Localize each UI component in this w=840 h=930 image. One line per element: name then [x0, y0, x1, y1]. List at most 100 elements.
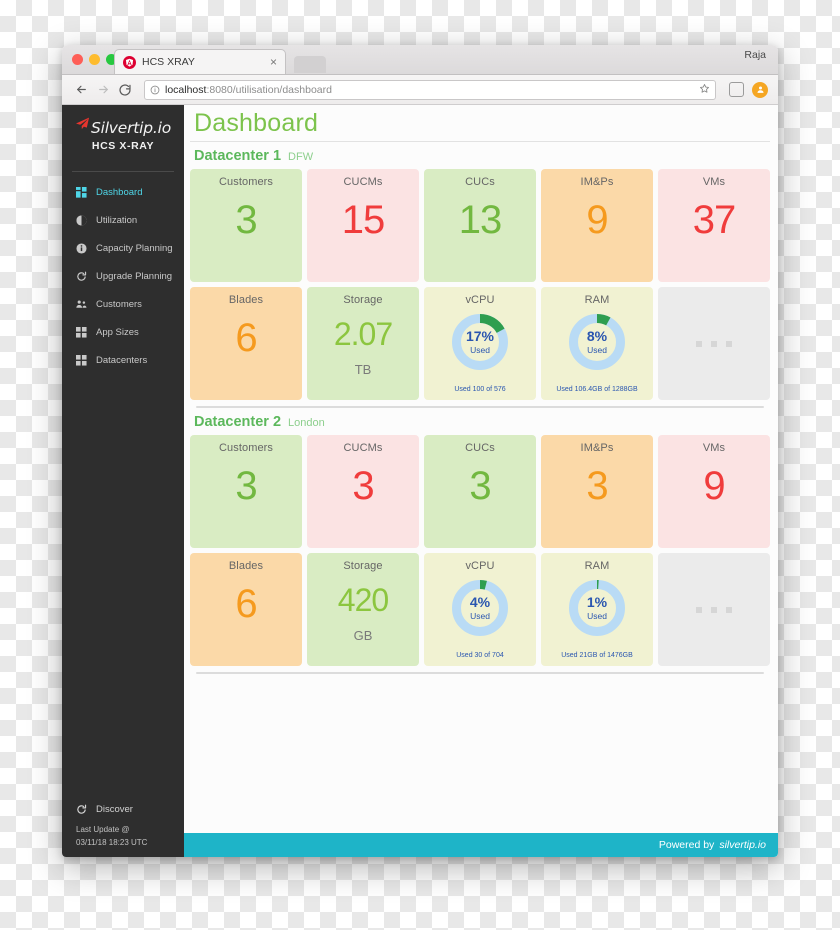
vcpu-donut-tile[interactable]: vCPU 17% Used Used 100 of 576	[424, 287, 536, 400]
metric-tile[interactable]: VMs 37	[658, 169, 770, 282]
metric-value: 3	[352, 464, 374, 508]
metric-tile[interactable]: CUCs 3	[424, 435, 536, 548]
metric-value: 420	[337, 582, 389, 618]
metric-unit: GB	[353, 628, 373, 643]
metric-value: 9	[586, 198, 608, 242]
last-update-label: Last Update @	[76, 825, 130, 835]
metric-value: 9	[703, 464, 725, 508]
back-button[interactable]	[70, 79, 92, 101]
bookmark-star-icon[interactable]	[699, 81, 710, 99]
datacenter-sections: Datacenter 1 DFW Customers 3 CUCMs 15 CU…	[190, 142, 770, 674]
metric-tile[interactable]: Blades 6	[190, 287, 302, 400]
page-title: Dashboard	[194, 109, 319, 137]
footer-brand-link[interactable]: silvertip.io	[719, 839, 766, 851]
donut-chart: 1% Used	[565, 576, 629, 640]
metric-tile[interactable]: VMs 9	[658, 435, 770, 548]
last-update-value: 03/11/18 18:23 UTC	[76, 837, 148, 847]
sidebar-item-upgrade-planning[interactable]: Upgrade Planning	[62, 264, 184, 288]
metric-label: CUCs	[465, 442, 495, 454]
donut-chart: 17% Used	[448, 310, 512, 374]
app-footer: Powered by silvertip.io	[184, 833, 778, 857]
ram-donut-tile[interactable]: RAM 8% Used Used 106.4GB of 1288GB	[541, 287, 653, 400]
metric-label: IM&Ps	[580, 442, 614, 454]
metric-label: vCPU	[465, 294, 495, 306]
browser-user-label: Raja	[744, 49, 766, 61]
metric-tile[interactable]: CUCs 13	[424, 169, 536, 282]
metric-value: 3	[469, 464, 491, 508]
ram-donut-tile[interactable]: RAM 1% Used Used 21GB of 1476GB	[541, 553, 653, 666]
sidebar-item-label: App Sizes	[96, 326, 139, 338]
forward-button[interactable]	[92, 79, 114, 101]
address-bar[interactable]: localhost:8080/utilisation/dashboard	[144, 79, 716, 100]
metric-tile[interactable]: IM&Ps 9	[541, 169, 653, 282]
datacenter-header: Datacenter 2 London	[190, 408, 770, 435]
grid-icon	[76, 326, 87, 338]
metric-label: RAM	[584, 560, 610, 572]
main-content: Dashboard Datacenter 1 DFW Customers 3 C…	[184, 105, 778, 857]
sidebar-item-app-sizes[interactable]: App Sizes	[62, 320, 184, 344]
discover-label: Discover	[96, 804, 133, 816]
section-divider	[196, 672, 764, 674]
placeholder-tile	[658, 287, 770, 400]
dashboard-scroll-area: Dashboard Datacenter 1 DFW Customers 3 C…	[184, 105, 778, 833]
powered-by-label: Powered by	[658, 839, 715, 851]
url-path: :8080/utilisation/dashboard	[206, 83, 332, 96]
metric-value: 6	[235, 582, 257, 626]
metric-row: Customers 3 CUCMs 15 CUCs 13 IM&Ps 9 VMs…	[190, 169, 770, 282]
new-tab-button[interactable]	[294, 56, 326, 73]
metric-row: Blades 6 Storage 2.07 TB vCPU 17% Used U…	[190, 287, 770, 400]
storage-tile[interactable]: Storage 2.07 TB	[307, 287, 419, 400]
datacenter-header: Datacenter 1 DFW	[190, 142, 770, 169]
metric-value: 3	[235, 464, 257, 508]
app-logo[interactable]: Silvertip.io HCS X-RAY	[62, 105, 184, 162]
metric-value: 2.07	[333, 316, 393, 352]
users-icon	[76, 299, 87, 310]
metric-label: Customers	[218, 442, 274, 454]
metric-label: CUCs	[465, 176, 495, 188]
tab-close-icon[interactable]: ×	[268, 56, 279, 68]
metric-label: CUCMs	[343, 176, 383, 188]
pie-chart-icon	[76, 214, 87, 226]
donut-caption: Used 100 of 576	[454, 386, 506, 393]
page-info-icon[interactable]	[150, 85, 160, 95]
metric-label: IM&Ps	[580, 176, 614, 188]
metric-value: 3	[586, 464, 608, 508]
donut-chart: 4% Used	[448, 576, 512, 640]
address-bar-text: localhost:8080/utilisation/dashboard	[165, 84, 694, 96]
metric-tile[interactable]: Customers 3	[190, 169, 302, 282]
placeholder-dot	[696, 340, 702, 347]
profile-button[interactable]	[750, 80, 770, 100]
url-host: localhost	[165, 83, 207, 96]
metric-label: VMs	[702, 442, 726, 454]
datacenter-location: DFW	[288, 151, 314, 163]
donut-caption: Used 106.4GB of 1288GB	[556, 386, 638, 393]
metric-tile[interactable]: Blades 6	[190, 553, 302, 666]
metric-unit: TB	[354, 362, 372, 377]
metric-tile[interactable]: Customers 3	[190, 435, 302, 548]
sidebar-item-utilization[interactable]: Utilization	[62, 208, 184, 232]
minimize-window-button[interactable]	[89, 54, 100, 65]
sidebar-item-customers[interactable]: Customers	[62, 292, 184, 316]
sidebar-item-dashboard[interactable]: Dashboard	[62, 180, 184, 204]
sidebar-item-capacity-planning[interactable]: Capacity Planning	[62, 236, 184, 260]
storage-tile[interactable]: Storage 420 GB	[307, 553, 419, 666]
reload-button[interactable]	[114, 79, 136, 101]
placeholder-tile	[658, 553, 770, 666]
metric-tile[interactable]: IM&Ps 3	[541, 435, 653, 548]
close-window-button[interactable]	[72, 54, 83, 65]
browser-toolbar: localhost:8080/utilisation/dashboard	[62, 75, 778, 105]
sidebar-item-label: Upgrade Planning	[96, 270, 173, 282]
metric-tile[interactable]: CUCMs 3	[307, 435, 419, 548]
discover-button[interactable]: Discover	[76, 804, 184, 815]
metric-value: 37	[692, 198, 736, 242]
extension-button[interactable]	[726, 80, 746, 100]
metric-tile[interactable]: CUCMs 15	[307, 169, 419, 282]
metric-label: CUCMs	[343, 442, 383, 454]
metric-value: 13	[458, 198, 502, 242]
sidebar-item-datacenters[interactable]: Datacenters	[62, 348, 184, 372]
extension-icon	[728, 82, 744, 97]
vcpu-donut-tile[interactable]: vCPU 4% Used Used 30 of 704	[424, 553, 536, 666]
metric-value: 3	[235, 198, 257, 242]
metric-label: VMs	[702, 176, 726, 188]
browser-tab[interactable]: HCS XRAY ×	[114, 49, 286, 74]
